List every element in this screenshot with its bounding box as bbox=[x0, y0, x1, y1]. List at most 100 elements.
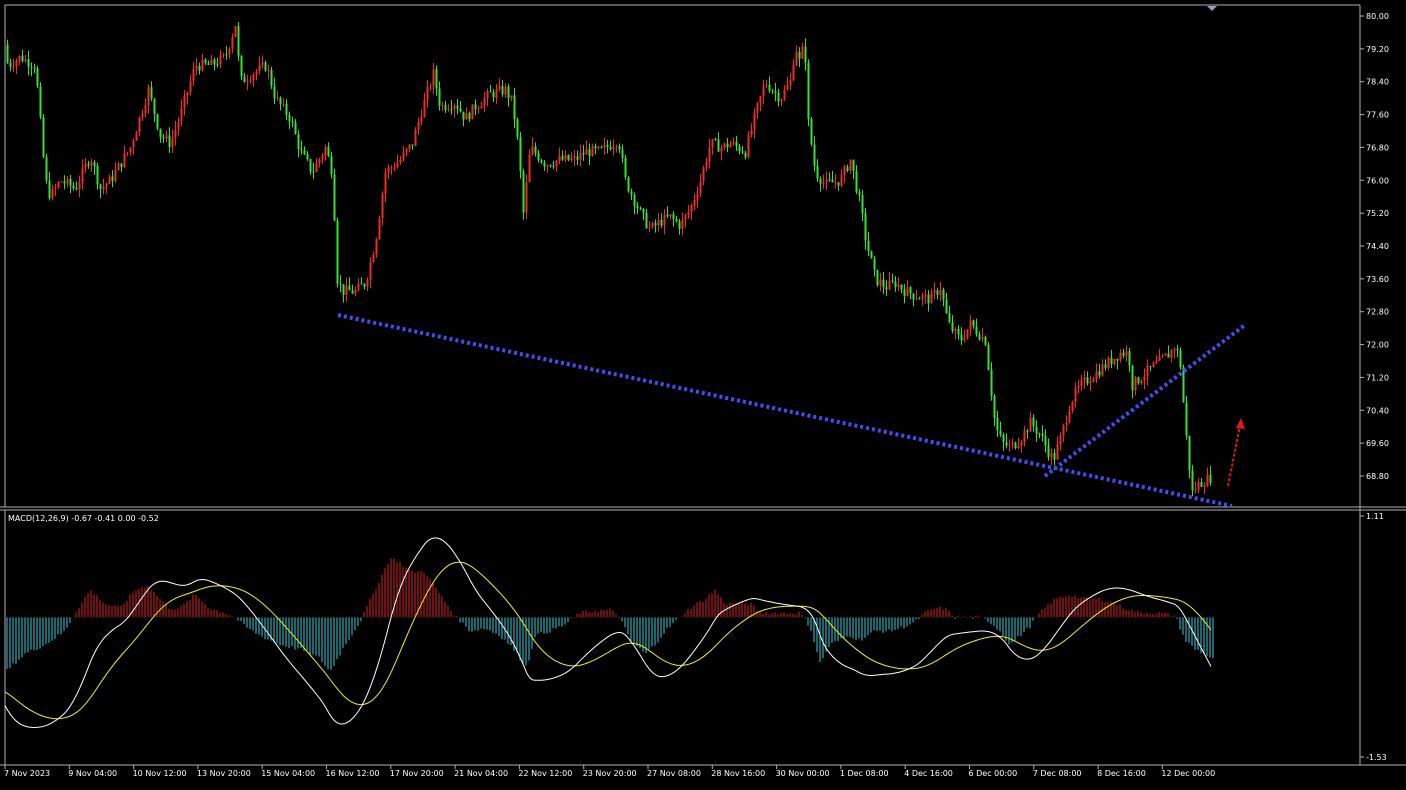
bullish-candle bbox=[1197, 481, 1200, 490]
bearish-candle bbox=[1176, 348, 1179, 351]
bullish-candle bbox=[1023, 430, 1026, 442]
bearish-candle bbox=[1191, 470, 1194, 491]
bearish-candle bbox=[549, 165, 552, 167]
bearish-candle bbox=[291, 121, 294, 123]
bullish-candle bbox=[1161, 355, 1164, 357]
bullish-candle bbox=[465, 113, 468, 120]
bullish-candle bbox=[753, 112, 756, 130]
time-tick-label: 17 Nov 20:00 bbox=[390, 769, 444, 778]
bullish-candle bbox=[369, 262, 372, 280]
time-tick-label: 13 Nov 20:00 bbox=[197, 769, 251, 778]
bearish-candle bbox=[501, 86, 504, 95]
bearish-candle bbox=[225, 54, 228, 56]
time-tick-label: 22 Nov 12:00 bbox=[518, 769, 572, 778]
bullish-candle bbox=[219, 55, 222, 65]
bullish-candle bbox=[102, 186, 105, 190]
bullish-candle bbox=[1050, 452, 1053, 457]
bullish-candle bbox=[1056, 444, 1059, 460]
bullish-candle bbox=[555, 160, 558, 167]
bullish-candle bbox=[318, 159, 321, 164]
bullish-candle bbox=[1071, 402, 1074, 412]
bearish-candle bbox=[864, 213, 867, 241]
bullish-candle bbox=[834, 182, 837, 184]
macd-tick-label: 1.11 bbox=[1366, 512, 1384, 521]
bullish-candle bbox=[888, 280, 891, 290]
bullish-candle bbox=[1134, 377, 1137, 391]
bearish-candle bbox=[777, 92, 780, 102]
price-tick-label: 78.40 bbox=[1366, 78, 1389, 87]
bearish-candle bbox=[1110, 357, 1113, 365]
bullish-candle bbox=[780, 99, 783, 102]
bearish-candle bbox=[873, 258, 876, 270]
bullish-candle bbox=[471, 104, 474, 120]
bullish-candle bbox=[1017, 445, 1020, 449]
bearish-candle bbox=[198, 65, 201, 71]
bullish-candle bbox=[579, 152, 582, 160]
bullish-candle bbox=[378, 218, 381, 240]
bullish-candle bbox=[792, 64, 795, 81]
bearish-candle bbox=[1167, 353, 1170, 358]
bullish-candle bbox=[1101, 364, 1104, 376]
bullish-candle bbox=[432, 68, 435, 87]
bearish-candle bbox=[6, 44, 9, 63]
bullish-candle bbox=[696, 193, 699, 200]
bearish-candle bbox=[909, 287, 912, 294]
bullish-candle bbox=[402, 152, 405, 160]
bullish-candle bbox=[1119, 352, 1122, 361]
bullish-candle bbox=[702, 167, 705, 182]
bearish-candle bbox=[666, 214, 669, 217]
bearish-candle bbox=[819, 178, 822, 184]
bearish-candle bbox=[279, 97, 282, 105]
price-tick-label: 70.40 bbox=[1366, 406, 1389, 415]
bearish-candle bbox=[462, 111, 465, 120]
bearish-candle bbox=[678, 221, 681, 229]
bearish-candle bbox=[630, 191, 633, 195]
bearish-candle bbox=[1038, 433, 1041, 435]
bullish-candle bbox=[966, 329, 969, 339]
bullish-candle bbox=[321, 155, 324, 160]
bullish-candle bbox=[1029, 417, 1032, 432]
chart-root: MACD(12,26,9) -0.67 -0.41 0.00 -0.52 80.… bbox=[0, 0, 1406, 786]
bullish-candle bbox=[189, 81, 192, 93]
bearish-candle bbox=[942, 289, 945, 300]
bullish-candle bbox=[357, 283, 360, 290]
bearish-candle bbox=[957, 328, 960, 335]
bearish-candle bbox=[744, 152, 747, 157]
bullish-candle bbox=[933, 290, 936, 293]
bullish-candle bbox=[1164, 353, 1167, 356]
time-tick-label: 9 Nov 04:00 bbox=[68, 769, 117, 778]
bearish-candle bbox=[1200, 481, 1203, 487]
bearish-candle bbox=[339, 283, 342, 285]
price-tick-label: 79.20 bbox=[1366, 45, 1389, 54]
bullish-candle bbox=[441, 104, 444, 106]
bearish-candle bbox=[1035, 426, 1038, 434]
bearish-candle bbox=[894, 281, 897, 288]
bearish-candle bbox=[243, 76, 246, 83]
bearish-candle bbox=[621, 149, 624, 159]
bullish-candle bbox=[729, 143, 732, 148]
bullish-candle bbox=[24, 59, 27, 62]
bearish-candle bbox=[624, 158, 627, 178]
bearish-candle bbox=[1209, 474, 1212, 483]
bullish-candle bbox=[231, 36, 234, 49]
macd-indicator-label[interactable]: MACD(12,26,9) -0.67 -0.41 0.00 -0.52 bbox=[8, 514, 159, 523]
bullish-candle bbox=[684, 215, 687, 220]
bearish-candle bbox=[846, 166, 849, 171]
bearish-candle bbox=[312, 171, 315, 173]
bullish-candle bbox=[381, 194, 384, 219]
bullish-candle bbox=[54, 187, 57, 190]
bearish-candle bbox=[813, 144, 816, 166]
bullish-candle bbox=[324, 146, 327, 156]
bearish-candle bbox=[990, 369, 993, 396]
bullish-candle bbox=[420, 116, 423, 122]
bearish-candle bbox=[861, 194, 864, 214]
bullish-candle bbox=[126, 152, 129, 154]
bearish-candle bbox=[903, 289, 906, 296]
bullish-candle bbox=[417, 121, 420, 130]
bearish-candle bbox=[639, 208, 642, 210]
bearish-candle bbox=[33, 67, 36, 69]
bearish-candle bbox=[237, 26, 240, 56]
bearish-candle bbox=[207, 63, 210, 65]
bullish-candle bbox=[144, 105, 147, 114]
bullish-candle bbox=[879, 279, 882, 286]
